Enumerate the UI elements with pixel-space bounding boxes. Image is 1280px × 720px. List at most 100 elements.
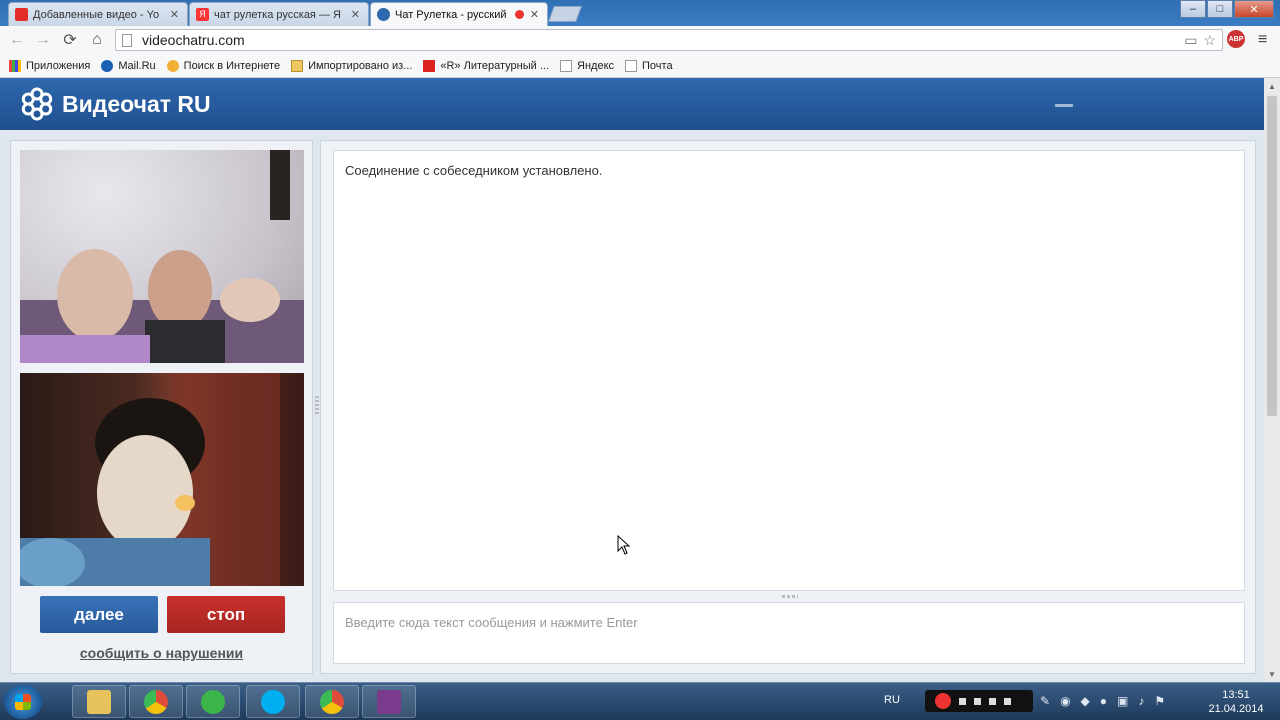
panel-resize-handle[interactable] — [315, 396, 319, 414]
scrollbar-thumb[interactable] — [1267, 96, 1277, 416]
header-loading-indicator — [1055, 104, 1073, 107]
record-icon[interactable] — [935, 693, 951, 709]
bookmark-star-icon[interactable]: ☆ — [1203, 32, 1216, 49]
volume-icon[interactable]: ♪ — [1138, 694, 1144, 708]
screen-icon[interactable] — [974, 697, 981, 705]
taskbar-skype[interactable] — [246, 685, 300, 718]
close-icon[interactable]: ✕ — [351, 8, 360, 21]
maximize-button[interactable]: □ — [1207, 0, 1233, 18]
bookmark-mail[interactable]: Почта — [625, 59, 673, 72]
bookmark-imported-folder[interactable]: Импортировано из... — [291, 59, 413, 72]
back-button[interactable]: ← — [7, 30, 27, 50]
shield-icon[interactable]: ◆ — [1081, 694, 1090, 708]
system-message: Соединение с собеседником установлено. — [345, 163, 603, 178]
start-button[interactable] — [4, 685, 42, 719]
network-icon[interactable]: ◉ — [1060, 694, 1070, 708]
chat-resize-handle[interactable] — [782, 595, 798, 598]
chat-log: Соединение с собеседником установлено. — [333, 150, 1245, 591]
bookmark-label: Яндекс — [577, 59, 615, 72]
browser-titlebar: Добавленные видео - Yo ✕ Я чат рулетка р… — [0, 0, 1280, 26]
tab-youtube[interactable]: Добавленные видео - Yo ✕ — [8, 2, 188, 26]
bookmark-yandex[interactable]: Яндекс — [560, 59, 615, 72]
site-header: Видеочат RU — [0, 78, 1264, 130]
bookmark-label: «R» Литературный ... — [440, 59, 550, 72]
site-title[interactable]: Видеочат RU — [62, 91, 211, 118]
mailru-icon — [101, 59, 114, 72]
language-indicator[interactable]: RU — [884, 694, 900, 706]
close-icon[interactable]: ✕ — [170, 8, 179, 21]
stop-record-icon[interactable] — [959, 697, 966, 705]
chrome-icon — [320, 689, 344, 714]
tab-yandex[interactable]: Я чат рулетка русская — Я ✕ — [189, 2, 369, 26]
chat-icon[interactable]: ● — [1100, 694, 1107, 708]
chat-panel: Соединение с собеседником установлено. — [320, 140, 1256, 674]
reload-button[interactable]: ⟳ — [60, 30, 80, 50]
browser-toolbar: ← → ⟳ ⌂ ▭ ☆ ABP ≡ — [0, 26, 1280, 54]
page-icon — [560, 59, 573, 72]
tab-label: Добавленные видео - Yo — [33, 8, 160, 21]
yandex-icon: Я — [196, 8, 209, 21]
bookmarks-bar: Приложения Mail.Ru Поиск в Интернете Имп… — [0, 54, 1280, 78]
stop-button[interactable]: стоп — [167, 596, 285, 633]
tab-label: Чат Рулетка - русский — [395, 8, 507, 21]
local-video — [20, 373, 304, 586]
new-tab-button[interactable] — [548, 6, 582, 22]
flag-icon[interactable]: ⚑ — [1154, 694, 1165, 708]
scroll-up-icon[interactable]: ▲ — [1264, 78, 1280, 94]
recorder-toolbar — [925, 690, 1033, 712]
minimize-button[interactable]: – — [1180, 0, 1206, 18]
next-button[interactable]: далее — [40, 596, 158, 633]
address-bar[interactable]: ▭ ☆ — [115, 29, 1223, 51]
logo-icon[interactable] — [20, 87, 54, 121]
pen-icon[interactable]: ✎ — [1040, 694, 1050, 708]
skype-icon — [261, 689, 285, 714]
bookmark-label: Приложения — [26, 59, 91, 72]
clock-date: 21.04.2014 — [1208, 703, 1264, 715]
apps-icon — [9, 59, 21, 72]
scroll-down-icon[interactable]: ▼ — [1264, 666, 1280, 682]
page-icon — [625, 59, 638, 72]
folder-icon — [291, 59, 304, 72]
bookmark-search[interactable]: Поиск в Интернете — [166, 59, 281, 72]
forward-button[interactable]: → — [33, 30, 53, 50]
menu-icon[interactable]: ≡ — [1258, 31, 1267, 49]
home-button[interactable]: ⌂ — [87, 30, 107, 50]
mail-agent-icon — [201, 689, 225, 714]
settings-icon[interactable] — [1004, 697, 1011, 705]
page-content: Видеочат RU далее стоп сообщить о наруше… — [0, 78, 1264, 682]
bookmark-mailru[interactable]: Mail.Ru — [101, 59, 156, 72]
taskbar-chrome-2[interactable] — [305, 685, 359, 718]
taskbar-chrome[interactable] — [129, 685, 183, 718]
winrar-icon — [377, 689, 401, 714]
taskbar-mail-agent[interactable] — [186, 685, 240, 718]
windows-logo-icon — [15, 694, 31, 710]
taskbar: RU ✎ ◉ ◆ ● ▣ ♪ ⚑ 13:51 21.04.2014 — [0, 682, 1280, 720]
bookmark-apps[interactable]: Приложения — [9, 59, 91, 72]
mouse-cursor-icon — [617, 535, 631, 555]
adblock-icon[interactable]: ABP — [1227, 30, 1245, 48]
youtube-icon — [15, 8, 28, 21]
camera-icon[interactable]: ▭ — [1184, 32, 1197, 49]
system-clock[interactable]: 13:51 21.04.2014 — [1200, 688, 1272, 716]
bookmark-label: Поиск в Интернете — [183, 59, 281, 72]
monitor-icon[interactable]: ▣ — [1117, 694, 1128, 708]
tab-videochat[interactable]: Чат Рулетка - русский ✕ — [370, 2, 548, 26]
report-violation-link[interactable]: сообщить о нарушении — [11, 645, 312, 661]
bookmark-label: Почта — [642, 59, 673, 72]
chrome-icon — [144, 689, 168, 714]
local-video-picture — [20, 373, 280, 586]
taskbar-explorer[interactable] — [72, 685, 126, 718]
remote-video-picture — [20, 150, 304, 363]
videochat-icon — [377, 8, 390, 21]
taskbar-winrar[interactable] — [362, 685, 416, 718]
bookmark-literary[interactable]: «R» Литературный ... — [423, 59, 550, 72]
bookmark-label: Импортировано из... — [308, 59, 413, 72]
explorer-icon — [87, 689, 111, 714]
page-scrollbar[interactable]: ▲ ▼ — [1264, 78, 1280, 682]
close-window-button[interactable]: ✕ — [1234, 0, 1274, 18]
pen-icon[interactable] — [989, 697, 996, 705]
address-input[interactable] — [140, 31, 1222, 49]
system-tray: ✎ ◉ ◆ ● ▣ ♪ ⚑ — [1040, 694, 1165, 708]
message-input[interactable] — [333, 602, 1245, 664]
close-icon[interactable]: ✕ — [530, 8, 539, 21]
